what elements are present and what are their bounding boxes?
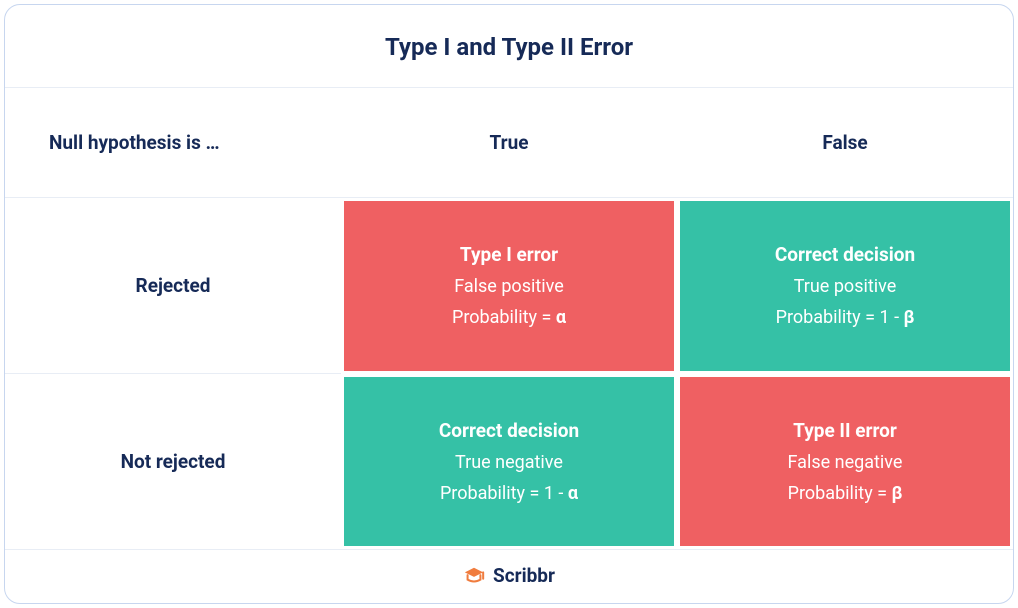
footer-brand: Scribbr: [493, 564, 555, 587]
cell-probability: Probability = α: [452, 307, 566, 328]
cell-title: Correct decision: [775, 243, 915, 266]
cell-not-rejected-true: Correct decision True negative Probabili…: [344, 377, 674, 547]
cell-subtitle: True negative: [455, 452, 563, 473]
error-grid: Null hypothesis is … True False Rejected…: [5, 88, 1013, 549]
cell-rejected-false: Correct decision True positive Probabili…: [680, 201, 1010, 371]
title-row: Type I and Type II Error: [5, 5, 1013, 88]
cell-subtitle: False negative: [788, 452, 903, 473]
cell-title: Type I error: [460, 243, 558, 266]
scribbr-logo-icon: [463, 565, 485, 587]
error-types-card: Type I and Type II Error Null hypothesis…: [4, 4, 1014, 604]
cell-subtitle: True positive: [794, 276, 897, 297]
cell-title: Correct decision: [439, 419, 579, 442]
footer: Scribbr: [5, 549, 1013, 603]
cell-title: Type II error: [793, 419, 897, 442]
row-axis-label: Null hypothesis is …: [5, 88, 341, 198]
col-header-false: False: [677, 88, 1013, 198]
card-title: Type I and Type II Error: [5, 33, 1013, 61]
row-label-not-rejected: Not rejected: [5, 374, 341, 550]
cell-rejected-true: Type I error False positive Probability …: [344, 201, 674, 371]
row-label-rejected: Rejected: [5, 198, 341, 374]
cell-probability: Probability = β: [788, 483, 903, 504]
cell-not-rejected-false: Type II error False negative Probability…: [680, 377, 1010, 547]
cell-probability: Probability = 1 - α: [440, 483, 578, 504]
cell-subtitle: False positive: [454, 276, 564, 297]
col-header-true: True: [341, 88, 677, 198]
cell-probability: Probability = 1 - β: [776, 307, 915, 328]
